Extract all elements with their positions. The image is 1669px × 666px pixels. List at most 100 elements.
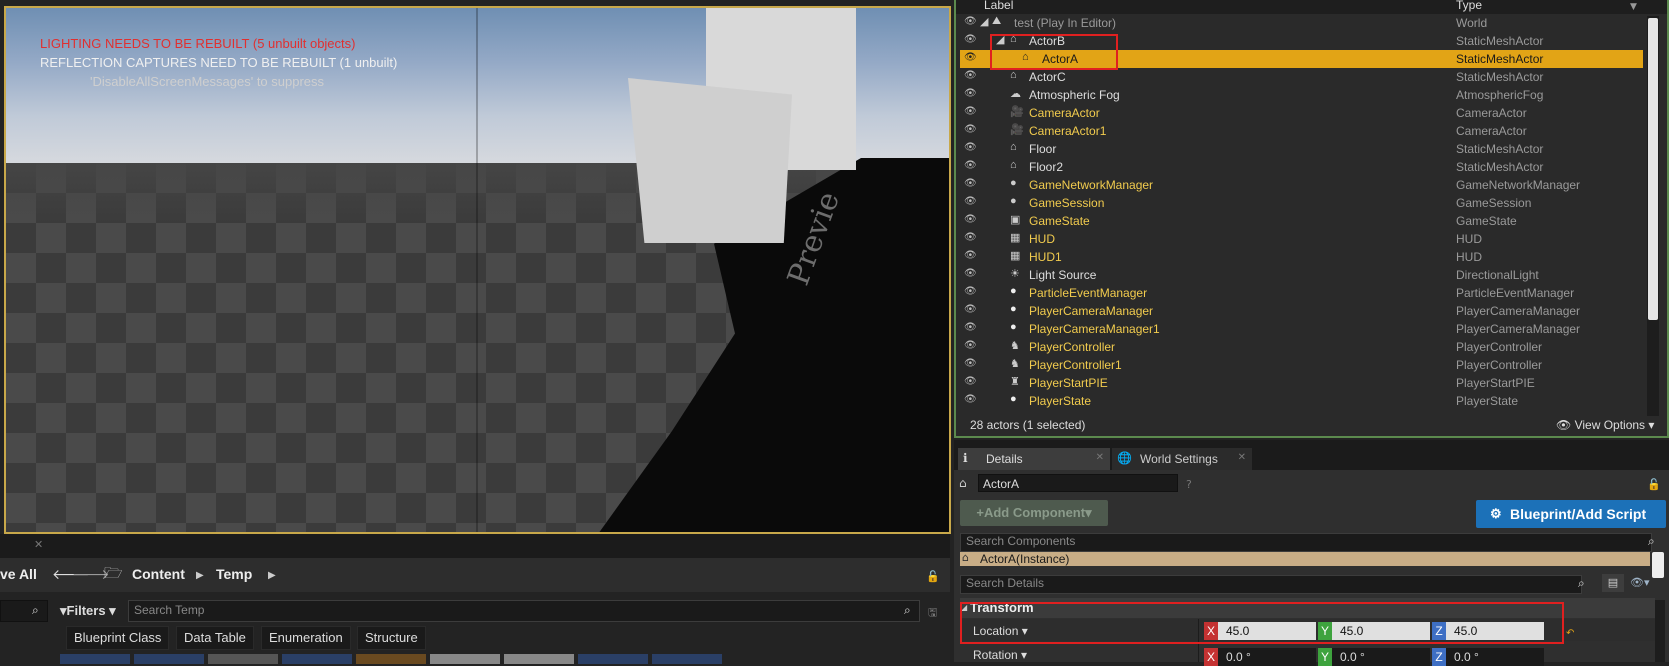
details-scrollbar[interactable] xyxy=(1655,600,1665,662)
chevron-right-icon[interactable]: ▶ xyxy=(196,570,204,581)
view-options-button[interactable]: 👁 View Options ▾ xyxy=(1556,418,1654,432)
chevron-right-icon[interactable]: ▶ xyxy=(268,570,276,581)
property-matrix-icon[interactable]: ▤ xyxy=(1602,574,1624,592)
outliner-row-actorc[interactable]: 👁 ⌂ ActorC StaticMeshActor xyxy=(960,68,1643,86)
tab-details[interactable]: ℹ Details ✕ xyxy=(958,448,1110,470)
eye-icon[interactable]: 👁 xyxy=(964,250,977,261)
outliner-row-playerstartpie[interactable]: 👁 ♜ PlayerStartPIE PlayerStartPIE xyxy=(960,374,1643,392)
eye-icon[interactable]: 👁 xyxy=(964,376,977,387)
folder-search-input[interactable] xyxy=(0,600,48,622)
outliner-row-gamenetworkmanager[interactable]: 👁 ● GameNetworkManager GameNetworkManage… xyxy=(960,176,1643,194)
eye-icon[interactable]: 👁 xyxy=(964,160,977,171)
outliner-row-atmospheric-fog[interactable]: 👁 ☁ Atmospheric Fog AtmosphericFog xyxy=(960,86,1643,104)
eye-icon[interactable]: 👁 xyxy=(964,268,977,279)
asset-thumbnail[interactable] xyxy=(60,654,130,664)
eye-icon[interactable]: 👁 xyxy=(964,124,977,135)
sort-icon[interactable]: ▼ xyxy=(1630,2,1637,12)
eye-icon[interactable]: 👁 xyxy=(964,16,977,27)
asset-search-input[interactable] xyxy=(128,600,920,622)
add-component-button[interactable]: +Add Component▾ xyxy=(960,500,1108,526)
row-type: StaticMeshActor xyxy=(1456,34,1544,48)
eye-icon[interactable]: 👁 xyxy=(964,232,977,243)
eye-icon[interactable]: 👁 xyxy=(964,394,977,405)
help-icon[interactable]: ? xyxy=(1186,478,1192,491)
outliner-row-playercameramanager[interactable]: 👁 ● PlayerCameraManager PlayerCameraMana… xyxy=(960,302,1643,320)
outliner-row-playerstate[interactable]: 👁 ● PlayerState PlayerState xyxy=(960,392,1643,410)
chevron-down-icon: ▾ xyxy=(105,603,116,618)
outliner-row-gamestate[interactable]: 👁 ▣ GameState GameState xyxy=(960,212,1643,230)
info-icon: ℹ xyxy=(963,451,968,465)
filter-chip-data-table[interactable]: Data Table xyxy=(176,626,254,650)
lock-icon[interactable]: 🔓 xyxy=(1647,478,1661,491)
outliner-scrollbar-thumb[interactable] xyxy=(1648,18,1658,320)
lock-icon[interactable]: 🔓 xyxy=(926,570,940,583)
asset-thumbnail[interactable] xyxy=(430,654,500,664)
eye-icon[interactable]: 👁 xyxy=(964,142,977,153)
outliner-row-floor2[interactable]: 👁 ⌂ Floor2 StaticMeshActor xyxy=(960,158,1643,176)
filters-dropdown[interactable]: ▾Filters ▾ xyxy=(60,603,116,619)
eye-icon[interactable]: 👁 xyxy=(964,322,977,333)
eye-icon[interactable]: 👁 xyxy=(964,88,977,99)
eye-icon[interactable]: 👁 xyxy=(964,178,977,189)
filter-chip-enumeration[interactable]: Enumeration xyxy=(261,626,351,650)
close-icon[interactable]: ✕ xyxy=(1096,452,1104,463)
outliner-row-particleeventmanager[interactable]: 👁 ● ParticleEventManager ParticleEventMa… xyxy=(960,284,1643,302)
eye-icon[interactable]: 👁▾ xyxy=(1630,576,1650,589)
rotation-dropdown[interactable]: Rotation ▾ xyxy=(973,648,1027,662)
outliner-row-gamesession[interactable]: 👁 ● GameSession GameSession xyxy=(960,194,1643,212)
asset-thumbnail[interactable] xyxy=(504,654,574,664)
outliner-row-world[interactable]: 👁 ◢ ⛰ test (Play In Editor) World xyxy=(960,14,1643,32)
eye-icon[interactable]: 👁 xyxy=(964,286,977,297)
asset-thumbnail[interactable] xyxy=(356,654,426,664)
breadcrumb-temp[interactable]: Temp xyxy=(216,566,252,582)
rotation-y-input[interactable]: 0.0 ° xyxy=(1332,648,1430,666)
blueprint-add-script-button[interactable]: ⚙ Blueprint/Add Script xyxy=(1476,500,1666,528)
eye-icon[interactable]: 👁 xyxy=(964,358,977,369)
asset-thumbnail[interactable] xyxy=(652,654,722,664)
outliner-row-floor[interactable]: 👁 ⌂ Floor StaticMeshActor xyxy=(960,140,1643,158)
eye-icon[interactable]: 👁 xyxy=(964,70,977,81)
outliner-row-hud1[interactable]: 👁 ▦ HUD1 HUD xyxy=(960,248,1643,266)
components-scrollbar-thumb[interactable] xyxy=(1652,552,1664,578)
eye-icon[interactable]: 👁 xyxy=(964,214,977,225)
asset-thumbnail[interactable] xyxy=(208,654,278,664)
eye-icon[interactable]: 👁 xyxy=(964,196,977,207)
close-icon[interactable]: ✕ xyxy=(1238,452,1246,463)
outliner-row-light-source[interactable]: 👁 ☀ Light Source DirectionalLight xyxy=(960,266,1643,284)
save-all-button[interactable]: ve All xyxy=(0,566,37,582)
outliner-row-playercontroller1[interactable]: 👁 ♞ PlayerController1 PlayerController xyxy=(960,356,1643,374)
eye-icon[interactable]: 👁 xyxy=(964,340,977,351)
asset-thumbnail[interactable] xyxy=(578,654,648,664)
outliner-row-hud[interactable]: 👁 ▦ HUD HUD xyxy=(960,230,1643,248)
eye-icon[interactable]: 👁 xyxy=(964,34,977,45)
close-icon[interactable]: ✕ xyxy=(34,538,43,551)
save-search-icon[interactable]: 🖫 xyxy=(928,604,937,623)
eye-icon[interactable]: 👁 xyxy=(964,106,977,117)
tab-world-settings[interactable]: 🌐 World Settings ✕ xyxy=(1112,448,1252,470)
asset-thumbnail[interactable] xyxy=(282,654,352,664)
expand-arrow-icon[interactable]: ◢ xyxy=(980,15,988,28)
row-type: PlayerStartPIE xyxy=(1456,376,1535,390)
row-type: StaticMeshActor xyxy=(1456,52,1544,66)
breadcrumb-content[interactable]: Content xyxy=(132,566,185,582)
folder-icon[interactable]: 🗁 xyxy=(104,563,123,588)
search-details-input[interactable] xyxy=(960,575,1582,594)
filter-chip-blueprint-class[interactable]: Blueprint Class xyxy=(66,626,170,650)
outliner-row-playercameramanager1[interactable]: 👁 ● PlayerCameraManager1 PlayerCameraMan… xyxy=(960,320,1643,338)
outliner-row-playercontroller[interactable]: 👁 ♞ PlayerController PlayerController xyxy=(960,338,1643,356)
row-label: PlayerController xyxy=(1029,340,1116,354)
reset-to-default-icon[interactable]: ↶ xyxy=(1566,628,1574,639)
eye-icon[interactable]: 👁 xyxy=(964,304,977,315)
outliner-row-cameraactor[interactable]: 👁 🎥 CameraActor CameraActor xyxy=(960,104,1643,122)
rotation-x-input[interactable]: 0.0 ° xyxy=(1218,648,1316,666)
rotation-z-input[interactable]: 0.0 ° xyxy=(1446,648,1544,666)
eye-icon[interactable]: 👁 xyxy=(964,52,977,63)
outliner-row-cameraactor1[interactable]: 👁 🎥 CameraActor1 CameraActor xyxy=(960,122,1643,140)
row-label: HUD xyxy=(1029,232,1055,246)
asset-thumbnail[interactable] xyxy=(134,654,204,664)
actor-name-field[interactable]: ActorA xyxy=(978,474,1178,492)
hud-icon: ▦ xyxy=(1010,250,1021,262)
column-header-type[interactable]: Type xyxy=(1456,0,1482,12)
filter-chip-structure[interactable]: Structure xyxy=(357,626,426,650)
column-header-label[interactable]: Label xyxy=(984,0,1013,12)
